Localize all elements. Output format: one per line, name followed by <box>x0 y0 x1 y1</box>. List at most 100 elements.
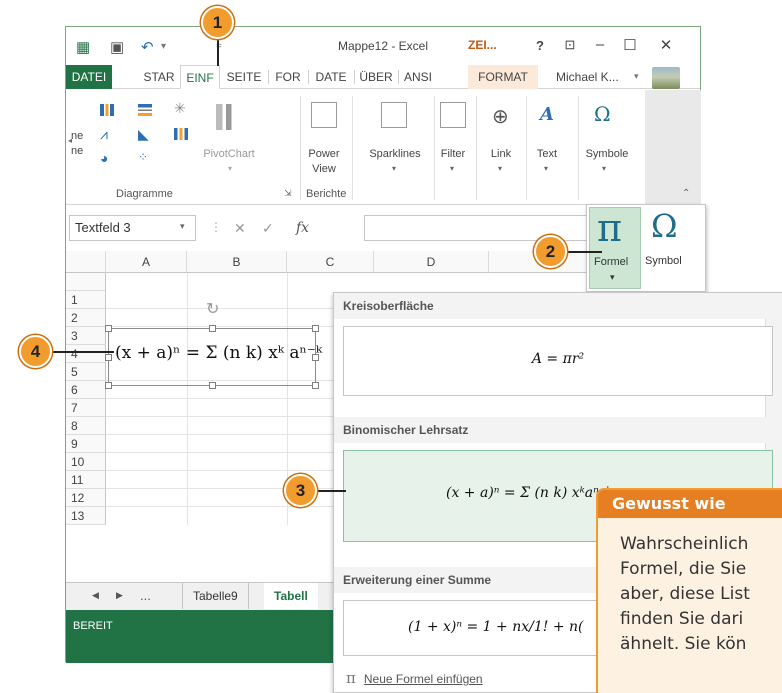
sparklines-label[interactable]: Sparklines <box>362 148 428 160</box>
cancel-entry-icon[interactable]: ✕ <box>234 220 246 237</box>
minimize-icon[interactable]: – <box>590 36 610 53</box>
formel-dropdown-icon[interactable]: ▾ <box>610 272 615 283</box>
collapse-ribbon-icon[interactable]: ⌃ <box>682 188 690 199</box>
row-header-12[interactable]: 12 <box>66 489 106 507</box>
tab-seite[interactable]: SEITE <box>222 65 266 89</box>
column-header-b[interactable]: B <box>187 251 287 273</box>
column-chart-icon[interactable] <box>100 104 114 116</box>
sheet-next-icon[interactable]: ▶ <box>116 590 123 601</box>
pi-icon: π <box>597 206 622 250</box>
ribbon-display-icon[interactable]: ⊡ <box>560 37 580 53</box>
callout-2: 2 <box>534 235 567 268</box>
tab-einfuegen[interactable]: EINF <box>180 65 220 89</box>
ribbon: ◂ ne ne ✳ ⩘ ◣ ◕ ⁘ PivotChart ▾ Power Vie… <box>66 90 701 205</box>
sheet-prev-icon[interactable]: ◀ <box>92 590 99 601</box>
column-header-a[interactable]: A <box>106 251 187 273</box>
row-header-8[interactable]: 8 <box>66 417 106 435</box>
symbol-label[interactable]: Symbol <box>645 255 682 267</box>
title-bar: ▦ ▣ ↶ ▾ = Mappe12 - Excel ZEI... ? ⊡ – ☐… <box>66 27 700 65</box>
avatar[interactable] <box>652 67 680 89</box>
row-header-9[interactable]: 9 <box>66 435 106 453</box>
rotate-handle-icon[interactable]: ↻ <box>206 299 219 319</box>
select-all-corner[interactable] <box>66 251 106 273</box>
name-box-dropdown-icon[interactable]: ▾ <box>180 221 185 232</box>
name-box[interactable]: Textfeld 3 <box>69 215 196 241</box>
combo-chart-icon[interactable] <box>174 128 188 140</box>
tab-datei[interactable]: DATEI <box>66 65 112 89</box>
truncated-label-1: ne <box>71 130 84 142</box>
gallery-section-header: Binomischer Lehrsatz <box>334 417 781 443</box>
new-formula-label: Neue Formel einfügen <box>363 672 483 686</box>
gallery-item-kreisoberflaeche[interactable]: A = πr² <box>343 326 773 396</box>
sparklines-icon[interactable] <box>381 102 407 128</box>
bar-chart-icon[interactable] <box>138 104 152 116</box>
pivotchart-icon[interactable] <box>216 104 238 130</box>
row-header-7[interactable]: 7 <box>66 399 106 417</box>
power-view-label-1[interactable]: Power <box>304 148 344 160</box>
textbox-formula: (x + a)ⁿ = Σ (n k) xᵏ aⁿ⁻ᵏ <box>115 343 323 363</box>
column-header-d[interactable]: D <box>374 251 489 273</box>
pi-small-icon: π <box>346 669 356 687</box>
symbole-label[interactable]: Symbole <box>578 148 636 160</box>
link-icon[interactable]: ⊕ <box>492 104 509 129</box>
scatter-chart-icon[interactable]: ⁘ <box>138 150 148 164</box>
gallery-formula: A = πr² <box>531 351 585 367</box>
callout-2-line <box>566 251 602 253</box>
omega-icon[interactable]: Ω <box>651 207 678 245</box>
group-label-diagramme: Diagramme <box>116 188 173 200</box>
power-view-icon[interactable] <box>311 102 337 128</box>
filter-icon[interactable] <box>440 102 466 128</box>
radar-chart-icon[interactable]: ✳ <box>174 100 186 117</box>
callout-4-line <box>52 351 114 353</box>
row-header-5[interactable]: 5 <box>66 363 106 381</box>
help-icon[interactable]: ? <box>530 38 550 53</box>
confirm-entry-icon[interactable]: ✓ <box>262 220 274 237</box>
row-header-6[interactable]: 6 <box>66 381 106 399</box>
insert-function-icon[interactable]: fx <box>296 220 309 236</box>
area-chart-icon[interactable]: ◣ <box>138 126 149 143</box>
row-header-4[interactable]: 4 <box>66 345 106 363</box>
gallery-section-header: Kreisoberfläche <box>334 293 781 319</box>
pivotchart-label[interactable]: PivotChart <box>200 148 258 160</box>
formel-button[interactable]: π Formel ▾ <box>589 206 641 289</box>
close-icon[interactable]: ✕ <box>656 36 676 54</box>
formel-label: Formel <box>594 256 629 268</box>
filter-label[interactable]: Filter <box>436 148 470 160</box>
tab-format[interactable]: FORMAT <box>468 65 538 89</box>
dialog-launcher-icon[interactable]: ⇲ <box>284 188 292 199</box>
tab-daten[interactable]: DATE <box>310 65 352 89</box>
tab-ansicht[interactable]: ANSI <box>400 65 436 89</box>
row-header-2[interactable]: 2 <box>66 309 106 327</box>
row-header-13[interactable]: 13 <box>66 507 106 525</box>
symbole-icon[interactable]: Ω <box>594 102 611 126</box>
power-view-label-2[interactable]: View <box>304 163 344 175</box>
tab-ueberpruefen[interactable]: ÜBER <box>356 65 396 89</box>
line-chart-icon[interactable]: ⩘ <box>100 126 108 143</box>
pie-chart-icon[interactable]: ◕ <box>100 150 108 166</box>
new-formula-item[interactable]: π Neue Formel einfügen <box>346 669 483 687</box>
maximize-icon[interactable]: ☐ <box>620 36 640 54</box>
status-text: BEREIT <box>73 620 113 632</box>
callout-3: 3 <box>284 474 317 507</box>
sheet-tab-active[interactable]: Tabell <box>264 583 318 609</box>
row-header-10[interactable]: 10 <box>66 453 106 471</box>
user-dropdown-icon[interactable]: ▾ <box>634 71 639 82</box>
row-header-3[interactable]: 3 <box>66 327 106 345</box>
symbols-panel: π Formel ▾ Ω Symbol <box>586 204 706 292</box>
formula-textbox[interactable]: ↻ (x + a)ⁿ = Σ (n k) xᵏ aⁿ⁻ᵏ <box>105 301 322 389</box>
user-name[interactable]: Michael K... <box>556 65 619 89</box>
text-icon[interactable]: A <box>540 104 554 125</box>
contextual-tab-label[interactable]: ZEI... <box>468 38 497 52</box>
text-label[interactable]: Text <box>530 148 564 160</box>
tab-formeln[interactable]: FOR <box>270 65 306 89</box>
row-header-11[interactable]: 11 <box>66 471 106 489</box>
column-header-c[interactable]: C <box>287 251 374 273</box>
row-header-1[interactable]: 1 <box>66 291 106 309</box>
link-label[interactable]: Link <box>484 148 518 160</box>
sheet-more-button[interactable]: ... <box>140 588 151 603</box>
tab-start[interactable]: STAR <box>140 65 178 89</box>
callout-1: 1 <box>201 6 234 39</box>
sheet-tab-tabelle9[interactable]: Tabelle9 <box>182 583 249 609</box>
gallery-formula: (1 + x)ⁿ = 1 + nx/1! + n( <box>408 619 584 635</box>
group-label-berichte: Berichte <box>306 188 347 200</box>
